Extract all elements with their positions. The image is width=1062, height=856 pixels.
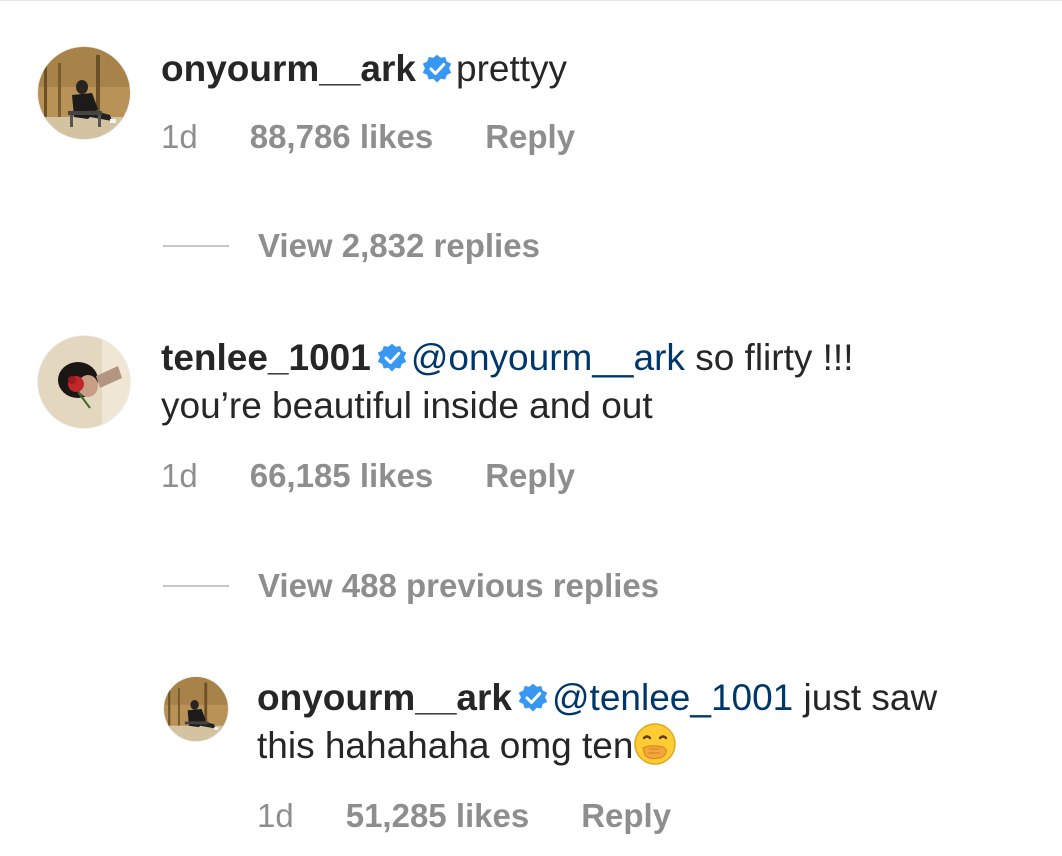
comment-body: so flirty !!! [695,337,854,378]
avatar[interactable] [38,47,130,139]
avatar-photo [38,47,130,139]
view-replies-button[interactable]: View 2,832 replies [258,226,540,266]
comment-body: just saw [803,677,938,718]
comment-username[interactable]: onyourm__ark [257,677,512,718]
likes-count[interactable]: 66,185 likes [250,456,434,496]
verified-badge-icon [518,683,548,712]
comment-text: onyourm__ark @tenlee_1001 just saw this ha… [257,674,937,770]
comment-username[interactable]: onyourm__ark [161,48,416,89]
avatar-photo [38,336,130,428]
top-divider [0,0,1062,1]
comment-time: 1d [161,457,198,494]
avatar[interactable] [164,677,228,741]
comment-meta: 1d 88,786 likes Reply [161,117,575,157]
mention-link[interactable]: @tenlee_1001 [552,677,793,718]
likes-count[interactable]: 51,285 likes [346,796,530,836]
face-with-hand-over-mouth-icon [634,723,677,765]
comment-username[interactable]: tenlee_1001 [161,337,371,378]
comment-time: 1d [161,118,198,155]
view-replies-line [163,245,229,247]
mention-link[interactable]: @onyourm__ark [411,337,685,378]
avatar-photo [164,677,228,741]
comment-time: 1d [257,797,294,834]
comment-body-line2: this hahahaha omg ten [257,725,634,766]
comment-text: onyourm__ark prettyy [161,45,567,93]
comment-meta: 1d 66,185 likes Reply [161,456,575,496]
comment-body: prettyy [456,48,568,89]
reply-button[interactable]: Reply [485,117,575,157]
verified-badge-icon [422,54,452,83]
view-previous-replies-button[interactable]: View 488 previous replies [258,566,659,606]
reply-button[interactable]: Reply [485,456,575,496]
avatar[interactable] [38,336,130,428]
view-replies-line [163,585,229,587]
reply-button[interactable]: Reply [581,796,671,836]
comment-body-line2: you’re beautiful inside and out [161,385,653,426]
likes-count[interactable]: 88,786 likes [250,117,434,157]
verified-badge-icon [377,343,407,372]
comment-text: tenlee_1001 @onyourm__ark so flirty !!! yo… [161,334,854,430]
comment-meta: 1d 51,285 likes Reply [257,796,671,836]
